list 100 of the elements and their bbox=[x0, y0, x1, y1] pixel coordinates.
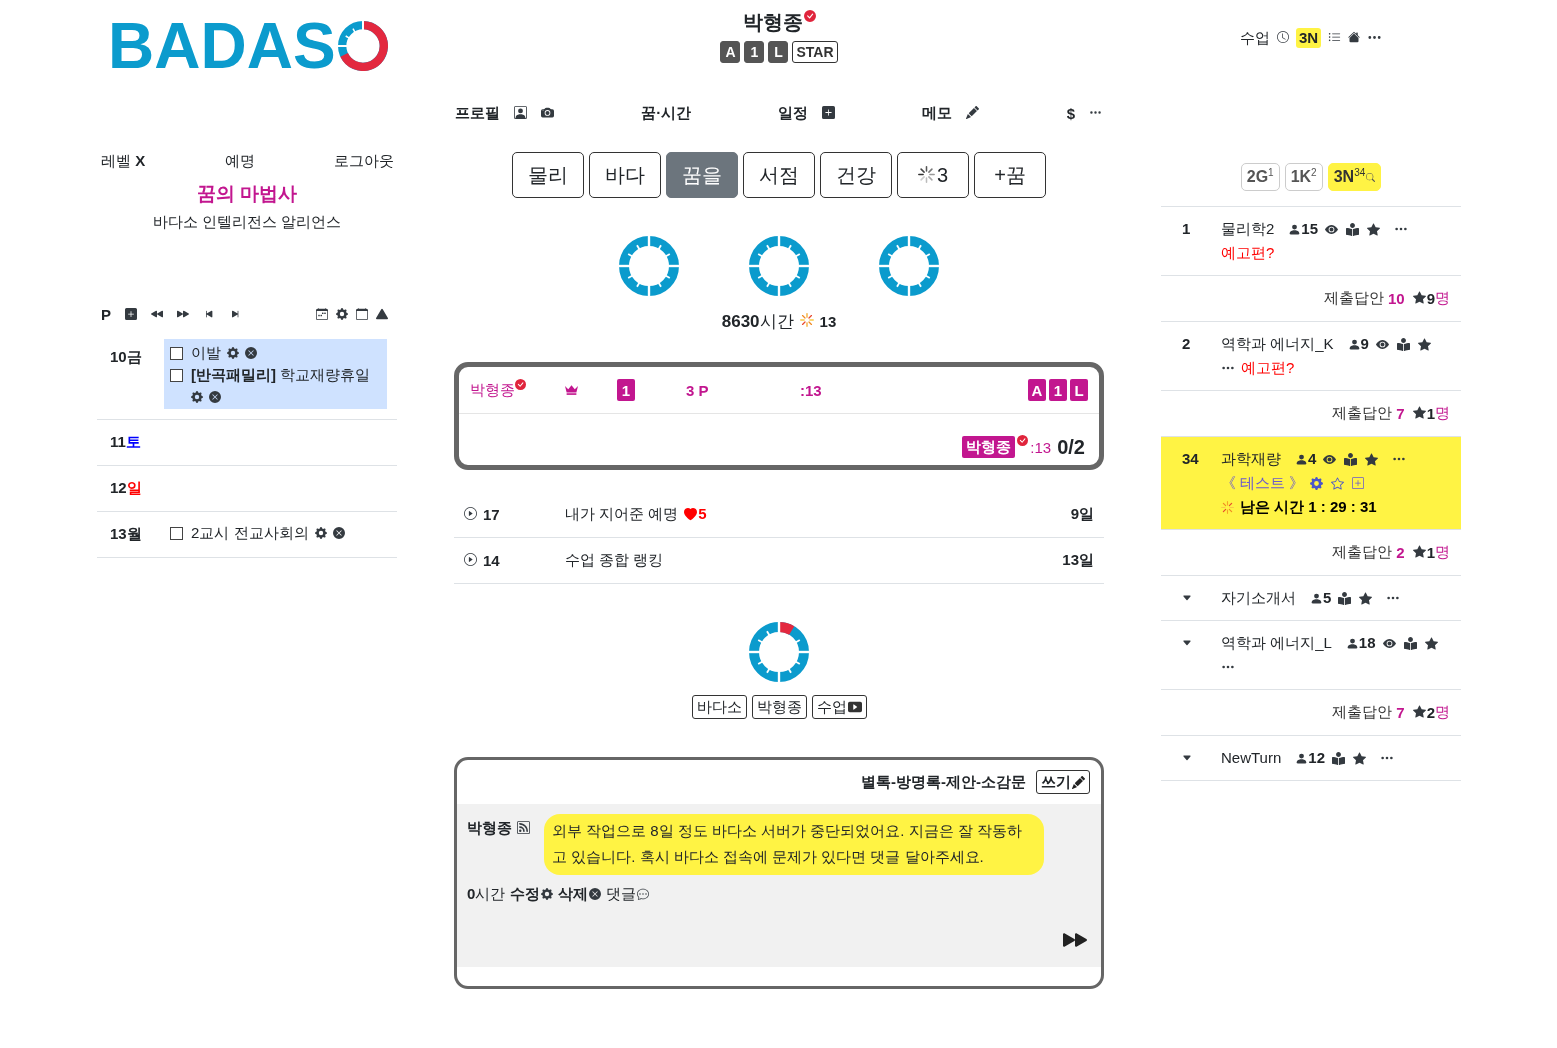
feature-row[interactable]: 17 내가 지어준 예명 5 9일 bbox=[454, 492, 1104, 538]
star-icon[interactable] bbox=[1424, 636, 1438, 650]
nav-link[interactable]: 일정 bbox=[778, 103, 809, 123]
fast-forward-icon[interactable] bbox=[177, 308, 189, 320]
logout-link[interactable]: 로그아웃 bbox=[334, 152, 394, 170]
star-icon[interactable] bbox=[1359, 591, 1373, 605]
gear-icon[interactable] bbox=[314, 527, 327, 540]
lesson-title[interactable]: NewTurn bbox=[1221, 749, 1282, 766]
eye-icon[interactable] bbox=[1325, 222, 1339, 236]
category-tab[interactable]: 3 bbox=[897, 152, 969, 198]
grade-badge[interactable]: 3N bbox=[1295, 28, 1322, 48]
search-icon bbox=[1366, 172, 1376, 182]
grade-filter[interactable]: 2G$^{1}$ bbox=[1240, 163, 1280, 191]
feature-row[interactable]: 14 수업 종합 랭킹 13일 bbox=[454, 538, 1104, 584]
feature-title[interactable]: 내가 지어준 예명 bbox=[565, 505, 679, 522]
lesson-title[interactable]: 역학과 에너지_K bbox=[1221, 335, 1334, 352]
nav-link[interactable]: 메모 bbox=[922, 103, 953, 123]
list-icon[interactable] bbox=[1328, 30, 1342, 44]
gear-icon[interactable] bbox=[1310, 476, 1324, 490]
category-tab[interactable]: 물리 bbox=[512, 152, 584, 198]
link-button[interactable]: 박형종 bbox=[751, 695, 807, 719]
days-count: 13일 bbox=[1062, 551, 1094, 570]
toolbar-label[interactable]: P bbox=[101, 307, 111, 323]
nav-link[interactable]: 꿈·시간 bbox=[641, 103, 692, 123]
star-icon[interactable] bbox=[1353, 751, 1366, 765]
link-button[interactable]: 바다소 bbox=[691, 695, 747, 719]
category-tab[interactable]: 건강 bbox=[820, 152, 892, 198]
profile-name: 박형종 bbox=[742, 10, 803, 34]
member-count: 4 bbox=[1308, 450, 1317, 467]
book-reader-icon[interactable] bbox=[1396, 337, 1410, 351]
book-reader-icon[interactable] bbox=[1332, 751, 1345, 765]
test-link[interactable]: 《 테스트 》 bbox=[1221, 474, 1305, 491]
checkbox[interactable] bbox=[170, 347, 183, 360]
write-button[interactable]: 쓰기 bbox=[1036, 770, 1090, 794]
member-count: 5 bbox=[1323, 589, 1332, 606]
link-button[interactable]: 수업 bbox=[811, 695, 867, 719]
home-icon[interactable] bbox=[1348, 31, 1361, 43]
event-title[interactable]: 이발 bbox=[191, 344, 221, 361]
preview-link[interactable]: 예고편? bbox=[1241, 356, 1295, 380]
lesson-title[interactable]: 역학과 에너지_L bbox=[1221, 634, 1332, 651]
weekday: 토 bbox=[125, 433, 141, 450]
level-badge: 1 bbox=[1049, 379, 1067, 401]
player-name: 박형종 bbox=[470, 380, 515, 400]
star-icon[interactable] bbox=[1417, 337, 1431, 351]
book-reader-icon[interactable] bbox=[1338, 591, 1352, 605]
contact-card-icon[interactable] bbox=[514, 105, 527, 119]
star-outline-icon[interactable] bbox=[1331, 476, 1345, 490]
checkbox[interactable] bbox=[170, 527, 183, 540]
rewind-icon[interactable] bbox=[151, 308, 163, 320]
event-title[interactable]: 2교시 전교사회의 bbox=[191, 524, 309, 541]
eye-icon[interactable] bbox=[1382, 636, 1396, 650]
settings-icon[interactable] bbox=[336, 308, 348, 320]
checkbox[interactable] bbox=[170, 369, 183, 382]
grade-filter[interactable]: 1K$^{2}$ bbox=[1284, 163, 1323, 191]
gear-icon[interactable] bbox=[191, 391, 203, 404]
post-action[interactable]: 댓글 bbox=[606, 885, 637, 904]
calendar-week-icon[interactable] bbox=[316, 308, 328, 320]
grade-filter[interactable]: 3N$^{34}$ bbox=[1327, 163, 1382, 191]
starred-count: 2 bbox=[1426, 704, 1435, 721]
profile-badge: 1 bbox=[744, 41, 765, 63]
lesson-number: 2 bbox=[1182, 335, 1191, 352]
post-action[interactable]: 수정 bbox=[510, 885, 541, 904]
gear-icon[interactable] bbox=[227, 347, 239, 360]
post-author[interactable]: 박형종 bbox=[467, 819, 512, 838]
category-tab[interactable]: 꿈을 bbox=[666, 152, 738, 198]
calendar-icon[interactable] bbox=[356, 308, 368, 320]
camera-icon[interactable] bbox=[541, 105, 554, 119]
book-reader-icon[interactable] bbox=[1346, 222, 1360, 236]
category-tab[interactable]: 서점 bbox=[743, 152, 815, 198]
score: 0/2 bbox=[1057, 436, 1085, 458]
eye-icon[interactable] bbox=[1323, 452, 1337, 466]
clock-icon[interactable] bbox=[1276, 31, 1289, 43]
post-action[interactable]: 삭제 bbox=[558, 885, 589, 904]
preview-link[interactable]: 예고편? bbox=[1221, 241, 1275, 265]
category-tab[interactable]: 바다 bbox=[589, 152, 661, 198]
star-icon[interactable] bbox=[1367, 222, 1381, 236]
skip-start-icon[interactable] bbox=[203, 308, 215, 320]
lesson-row[interactable]: 34 과학재량 4 《 테스트 》 남은 시간 1 : 29 : 31 bbox=[1161, 437, 1461, 530]
nickname-link[interactable]: 예명 bbox=[224, 152, 255, 170]
chat-bubble-icon[interactable] bbox=[637, 887, 650, 900]
lesson-title[interactable]: 자기소개서 bbox=[1221, 589, 1296, 606]
lesson-title[interactable]: 과학재량 bbox=[1221, 450, 1281, 467]
book-reader-icon[interactable] bbox=[1403, 636, 1417, 650]
book-reader-icon[interactable] bbox=[1344, 452, 1358, 466]
skip-end-icon[interactable] bbox=[229, 308, 241, 320]
star-icon[interactable] bbox=[1365, 452, 1379, 466]
event-title[interactable]: [반곡패밀리] 학교재량휴일 bbox=[191, 366, 371, 383]
triangle-up-icon[interactable] bbox=[376, 308, 388, 320]
submission-label: 제출답안 bbox=[1323, 289, 1384, 308]
pencil-icon[interactable] bbox=[966, 105, 980, 119]
nav-link[interactable]: $ bbox=[1066, 104, 1075, 122]
gear-icon[interactable] bbox=[541, 887, 554, 900]
nav-link[interactable]: 프로필 bbox=[455, 103, 500, 123]
lesson-title[interactable]: 물리학2 bbox=[1221, 220, 1275, 237]
profile-badge: A bbox=[720, 41, 741, 63]
category-tab[interactable]: +꿈 bbox=[974, 152, 1046, 198]
eye-icon[interactable] bbox=[1375, 337, 1389, 351]
feature-title[interactable]: 수업 종합 랭킹 bbox=[565, 551, 664, 568]
ring-icon bbox=[619, 236, 679, 296]
lesson-number: 34 bbox=[1182, 450, 1199, 467]
